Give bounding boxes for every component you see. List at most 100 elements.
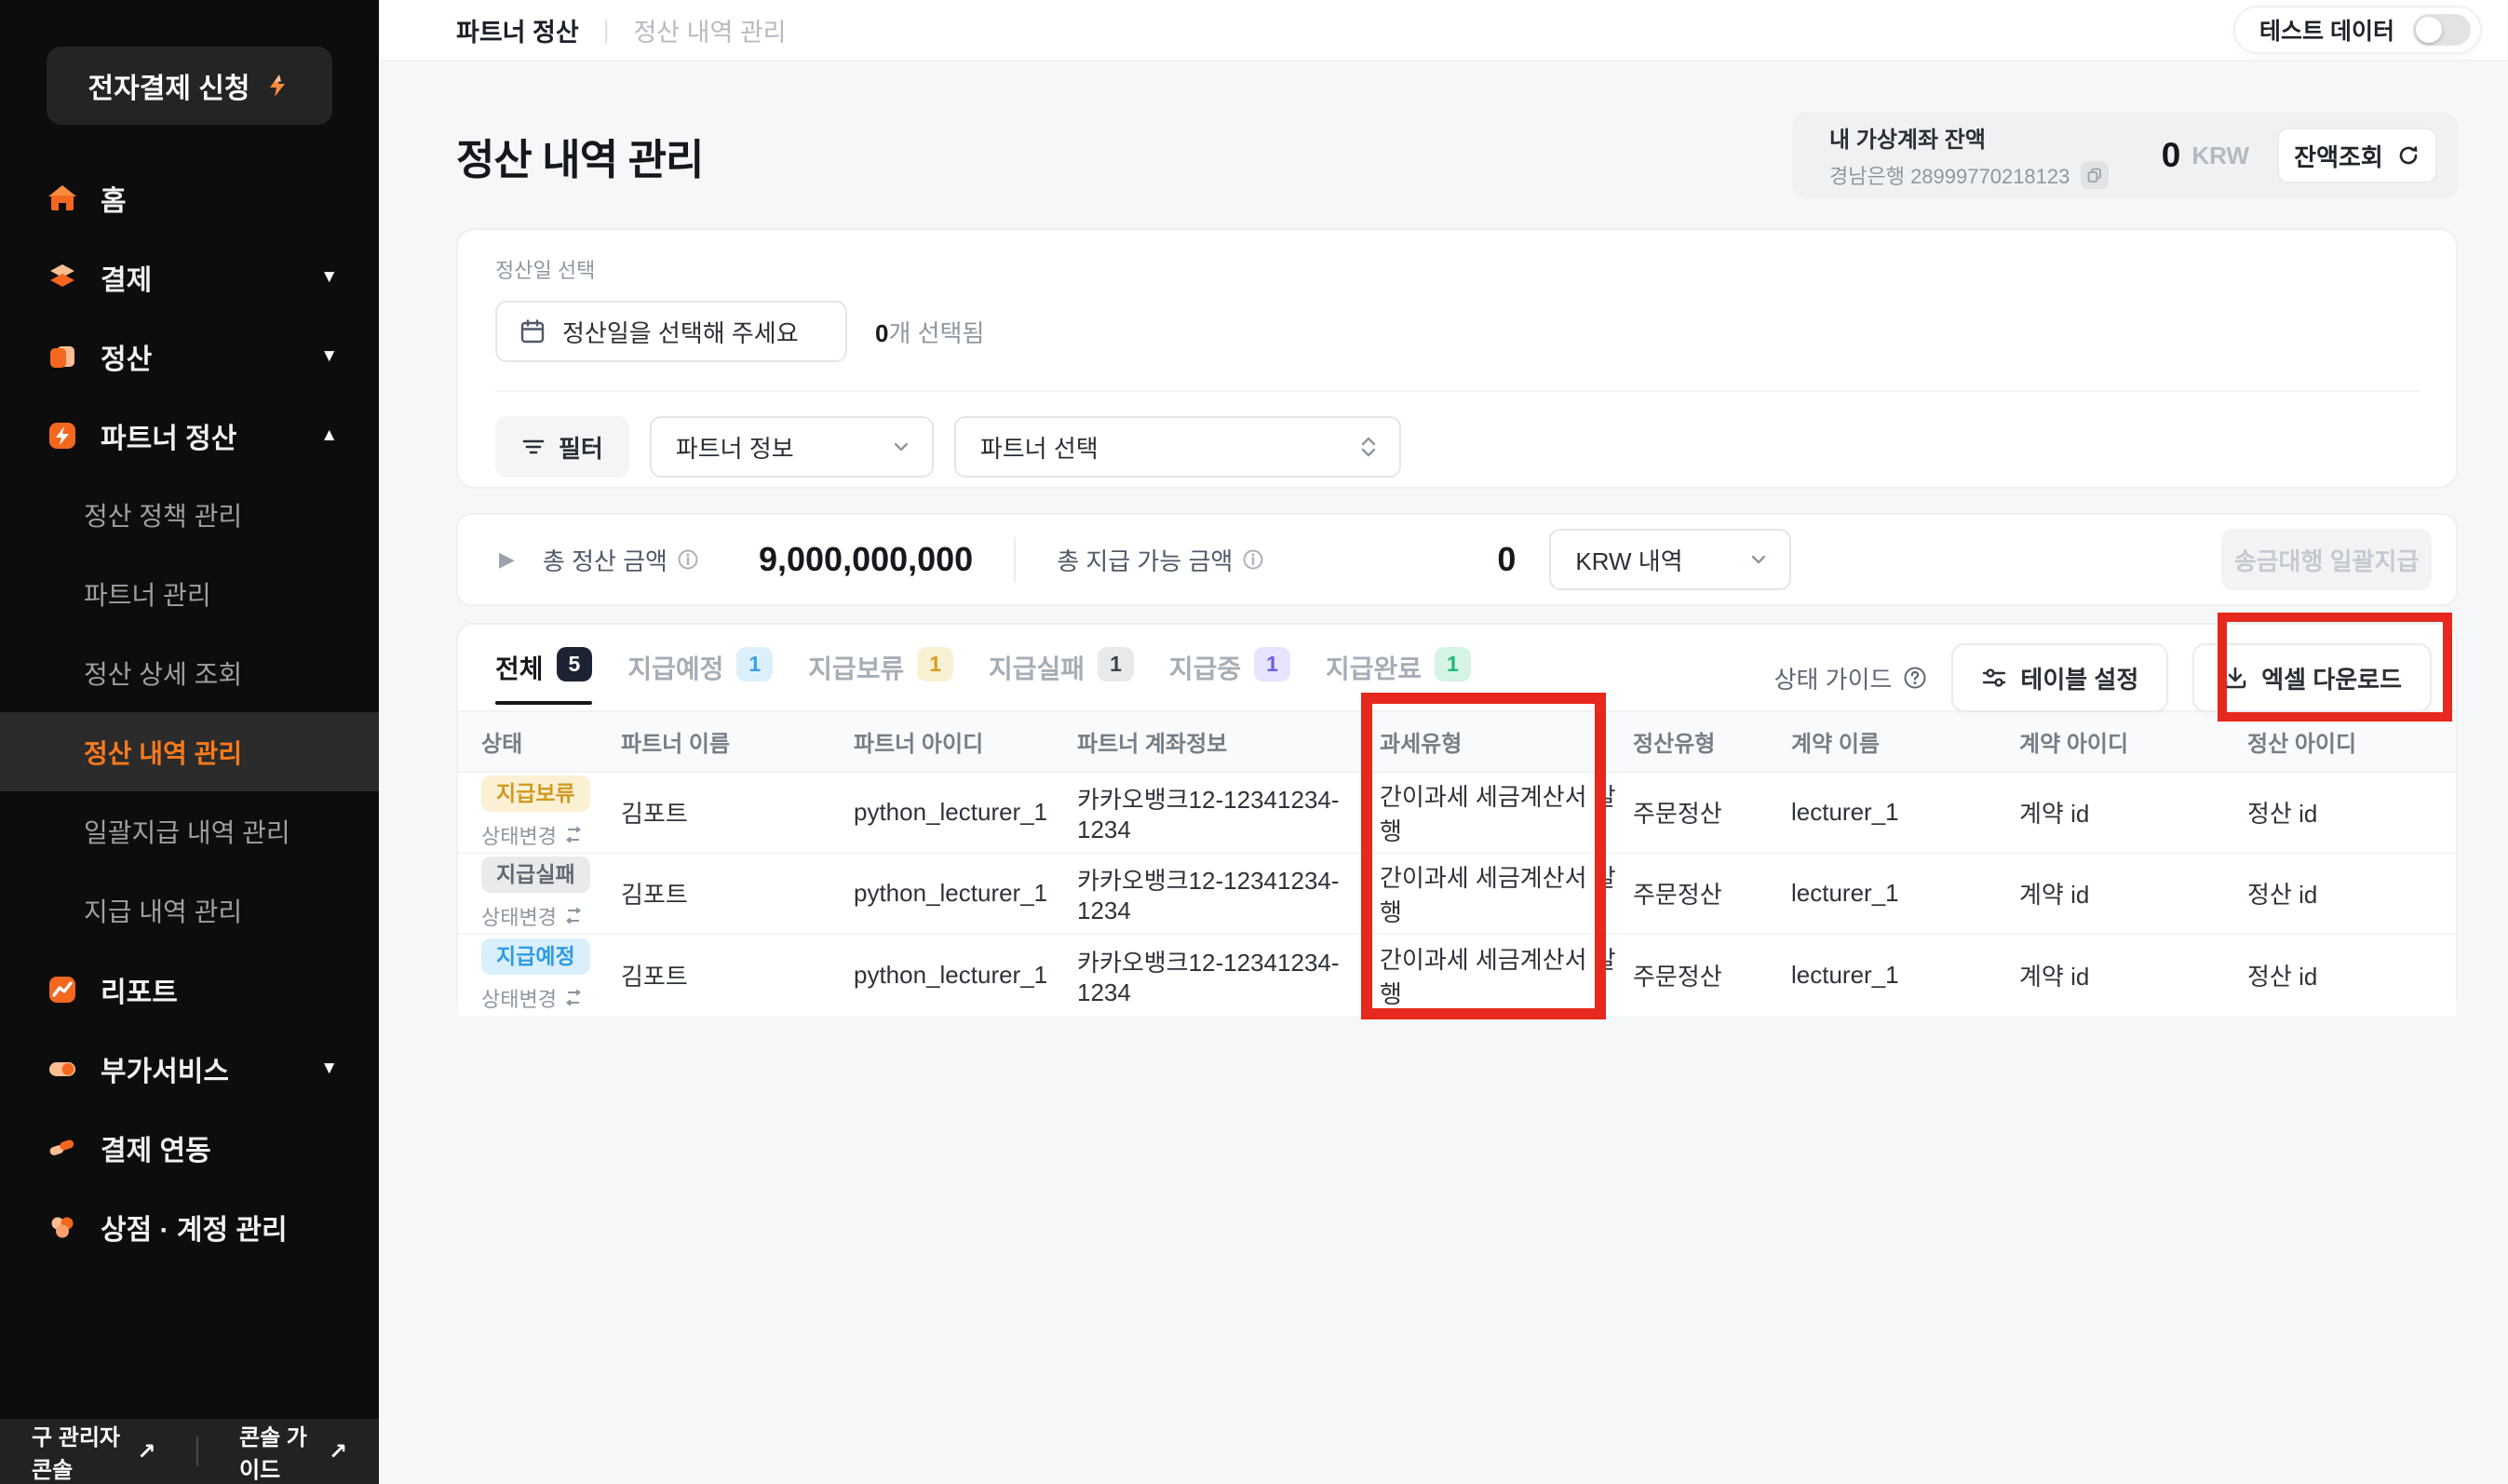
payable-amount: 0 (1497, 540, 1516, 579)
sidebar-item-report[interactable]: 리포트 (0, 950, 379, 1029)
copy-icon[interactable] (2081, 161, 2109, 189)
tab-label: 지급완료 (1326, 649, 1422, 686)
balance-check-button[interactable]: 잔액조회 (2277, 128, 2437, 183)
excel-download-button[interactable]: 엑셀 다운로드 (2192, 643, 2432, 712)
balance-info: 내 가상계좌 잔액 경남은행 28999770218123 (1829, 121, 2109, 190)
sidebar-item-payments[interactable]: 결제 ▼ (0, 237, 379, 317)
payable-text: 총 지급 가능 금액 (1057, 543, 1233, 577)
cell-partner-name: 김포트 (621, 958, 854, 992)
tab-label: 지급예정 (627, 649, 723, 686)
col-contract-id: 계약 아이디 (2019, 725, 2247, 758)
filter-button[interactable]: 필터 (495, 416, 629, 478)
status-change-button[interactable]: 상태변경 (481, 901, 583, 931)
chart-icon (47, 974, 78, 1005)
cell-contract-name: lecturer_1 (1791, 798, 2019, 827)
external-link-icon: ↗ (137, 1438, 155, 1465)
selected-count-number: 0 (875, 319, 888, 347)
table-actions: 상태 가이드 테이블 설정 (1774, 643, 2432, 712)
swap-icon (564, 908, 583, 924)
date-picker-placeholder: 정산일을 선택해 주세요 (562, 315, 799, 349)
download-icon (2222, 665, 2248, 691)
table-settings-button[interactable]: 테이블 설정 (1951, 643, 2168, 712)
external-link-icon: ↗ (329, 1438, 347, 1465)
tab-payment-in-progress[interactable]: 지급중 1 (1169, 649, 1290, 710)
tab-payment-hold[interactable]: 지급보류 1 (808, 649, 953, 710)
status-change-label: 상태변경 (481, 983, 557, 1013)
epay-apply-button[interactable]: 전자결제 신청 (47, 47, 332, 125)
sidebar-subitem-settlement-policy[interactable]: 정산 정책 관리 (0, 475, 379, 554)
sidebar-subitem-bulk-payout-history[interactable]: 일괄지급 내역 관리 (0, 791, 379, 870)
chevron-down-icon (1748, 549, 1769, 570)
swap-icon (564, 827, 583, 843)
tab-payment-complete[interactable]: 지급완료 1 (1326, 649, 1471, 710)
summary-card: ▶ 총 정산 금액 9,000,000,000 총 지급 가능 금액 0 (456, 513, 2458, 606)
balance-label: 내 가상계좌 잔액 (1829, 121, 2109, 154)
currency-select[interactable]: KRW 내역 (1549, 529, 1791, 590)
cell-partner-name: 김포트 (621, 795, 854, 830)
balance-account: 경남은행 28999770218123 (1829, 160, 2070, 190)
status-cell: 지급예정 상태변경 (481, 938, 621, 1013)
test-data-toggle[interactable] (2413, 14, 2471, 46)
tab-payment-scheduled[interactable]: 지급예정 1 (627, 649, 773, 710)
sidebar-item-addon-services[interactable]: 부가서비스 ▼ (0, 1029, 379, 1108)
sidebar-item-label: 홈 (101, 178, 127, 219)
bolt-icon (47, 420, 78, 452)
tab-all[interactable]: 전체 5 (495, 649, 592, 710)
chevron-down-icon: ▼ (320, 267, 338, 288)
sidebar-item-label: 정산 (101, 336, 152, 377)
cell-settlement-id: 정산 id (2247, 795, 2456, 830)
chevron-up-icon: ▲ (320, 425, 338, 446)
excel-download-label: 엑셀 다운로드 (2261, 661, 2402, 695)
sidebar-item-payment-integration[interactable]: 결제 연동 (0, 1108, 379, 1187)
expand-arrow-icon[interactable]: ▶ (499, 547, 515, 572)
table-row[interactable]: 지급실패 상태변경 김포트 python_lecturer_1 카카오뱅크12-… (458, 854, 2456, 935)
sidebar-subitem-settlement-history[interactable]: 정산 내역 관리 (0, 712, 379, 791)
toggle-icon (47, 1053, 78, 1085)
sidebar-subitem-settlement-detail[interactable]: 정산 상세 조회 (0, 633, 379, 712)
status-change-button[interactable]: 상태변경 (481, 820, 583, 850)
partner-select[interactable]: 파트너 선택 (954, 416, 1401, 478)
tab-label: 지급실패 (989, 649, 1085, 686)
col-partner-name: 파트너 이름 (621, 725, 854, 758)
breadcrumb-current: 정산 내역 관리 (633, 12, 786, 48)
tab-label: 지급중 (1169, 649, 1241, 686)
balance-amount: 0 (2162, 136, 2181, 175)
cell-partner-account: 카카오뱅크12-12341234-1234 (1077, 781, 1380, 844)
virtual-account-balance-card: 내 가상계좌 잔액 경남은행 28999770218123 0 KRW 잔액조회 (1792, 112, 2458, 199)
sidebar-subitem-partner-management[interactable]: 파트너 관리 (0, 554, 379, 633)
legacy-console-link[interactable]: 구 관리자콘솔 ↗ (32, 1419, 155, 1484)
refresh-icon (2396, 143, 2420, 168)
console-guide-label: 콘솔 가이드 (239, 1419, 319, 1484)
sidebar-item-partner-settlement[interactable]: 파트너 정산 ▲ (0, 396, 379, 475)
col-settlement-type: 정산유형 (1633, 725, 1791, 758)
table-row[interactable]: 지급보류 상태변경 김포트 python_lecturer_1 카카오뱅크12-… (458, 773, 2456, 854)
tab-count-badge: 5 (557, 647, 593, 681)
cell-tax-type: 간이과세 세금계산서 발행 (1380, 941, 1633, 1010)
col-partner-id: 파트너 아이디 (854, 725, 1077, 758)
sidebar-subitem-payout-history[interactable]: 지급 내역 관리 (0, 870, 379, 950)
status-change-button[interactable]: 상태변경 (481, 983, 583, 1013)
breadcrumb-divider: | (603, 16, 610, 45)
cell-contract-name: lecturer_1 (1791, 879, 2019, 908)
chevron-down-icon (891, 437, 911, 457)
selected-count-suffix: 개 선택됨 (888, 319, 984, 347)
status-cell: 지급보류 상태변경 (481, 776, 621, 850)
settlement-date-picker[interactable]: 정산일을 선택해 주세요 (495, 301, 847, 362)
cell-partner-name: 김포트 (621, 876, 854, 911)
cell-settlement-type: 주문정산 (1633, 795, 1791, 830)
filter-icon (521, 435, 546, 459)
tab-payment-failed[interactable]: 지급실패 1 (989, 649, 1134, 710)
subitem-label: 정산 상세 조회 (84, 654, 242, 692)
partner-info-select[interactable]: 파트너 정보 (650, 416, 934, 478)
sidebar-item-store-account[interactable]: 상점 · 계정 관리 (0, 1187, 379, 1266)
status-guide-link[interactable]: 상태 가이드 (1774, 661, 1928, 695)
console-guide-link[interactable]: 콘솔 가이드 ↗ (239, 1419, 347, 1484)
total-settlement-text: 총 정산 금액 (543, 543, 667, 577)
bulk-transfer-label: 송금대행 일괄지급 (2234, 543, 2420, 577)
status-change-label: 상태변경 (481, 820, 557, 850)
sidebar-item-home[interactable]: 홈 (0, 158, 379, 237)
table-row[interactable]: 지급예정 상태변경 김포트 python_lecturer_1 카카오뱅크12-… (458, 935, 2456, 1016)
col-partner-account: 파트너 계좌정보 (1077, 725, 1380, 758)
bulk-transfer-button[interactable]: 송금대행 일괄지급 (2221, 529, 2432, 590)
sidebar-item-settlement[interactable]: 정산 ▼ (0, 317, 379, 396)
